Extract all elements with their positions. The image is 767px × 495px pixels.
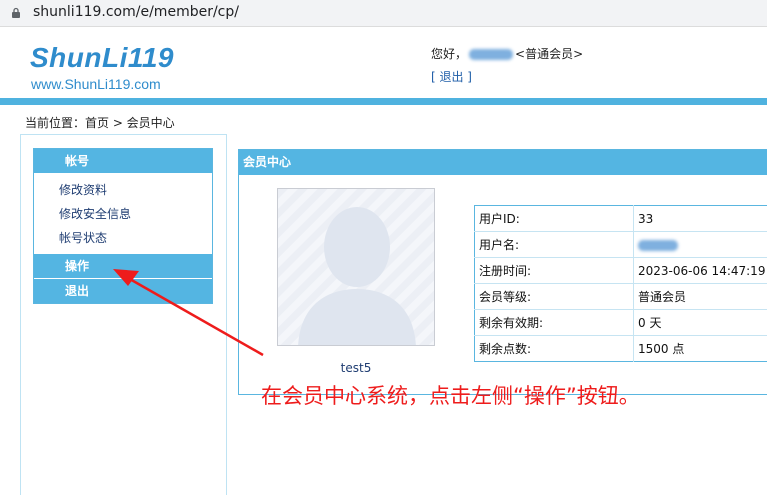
annotation-text: 在会员中心系统，点击左侧“操作”按钮。 [261, 380, 640, 410]
annotation-arrow-icon [0, 0, 767, 484]
